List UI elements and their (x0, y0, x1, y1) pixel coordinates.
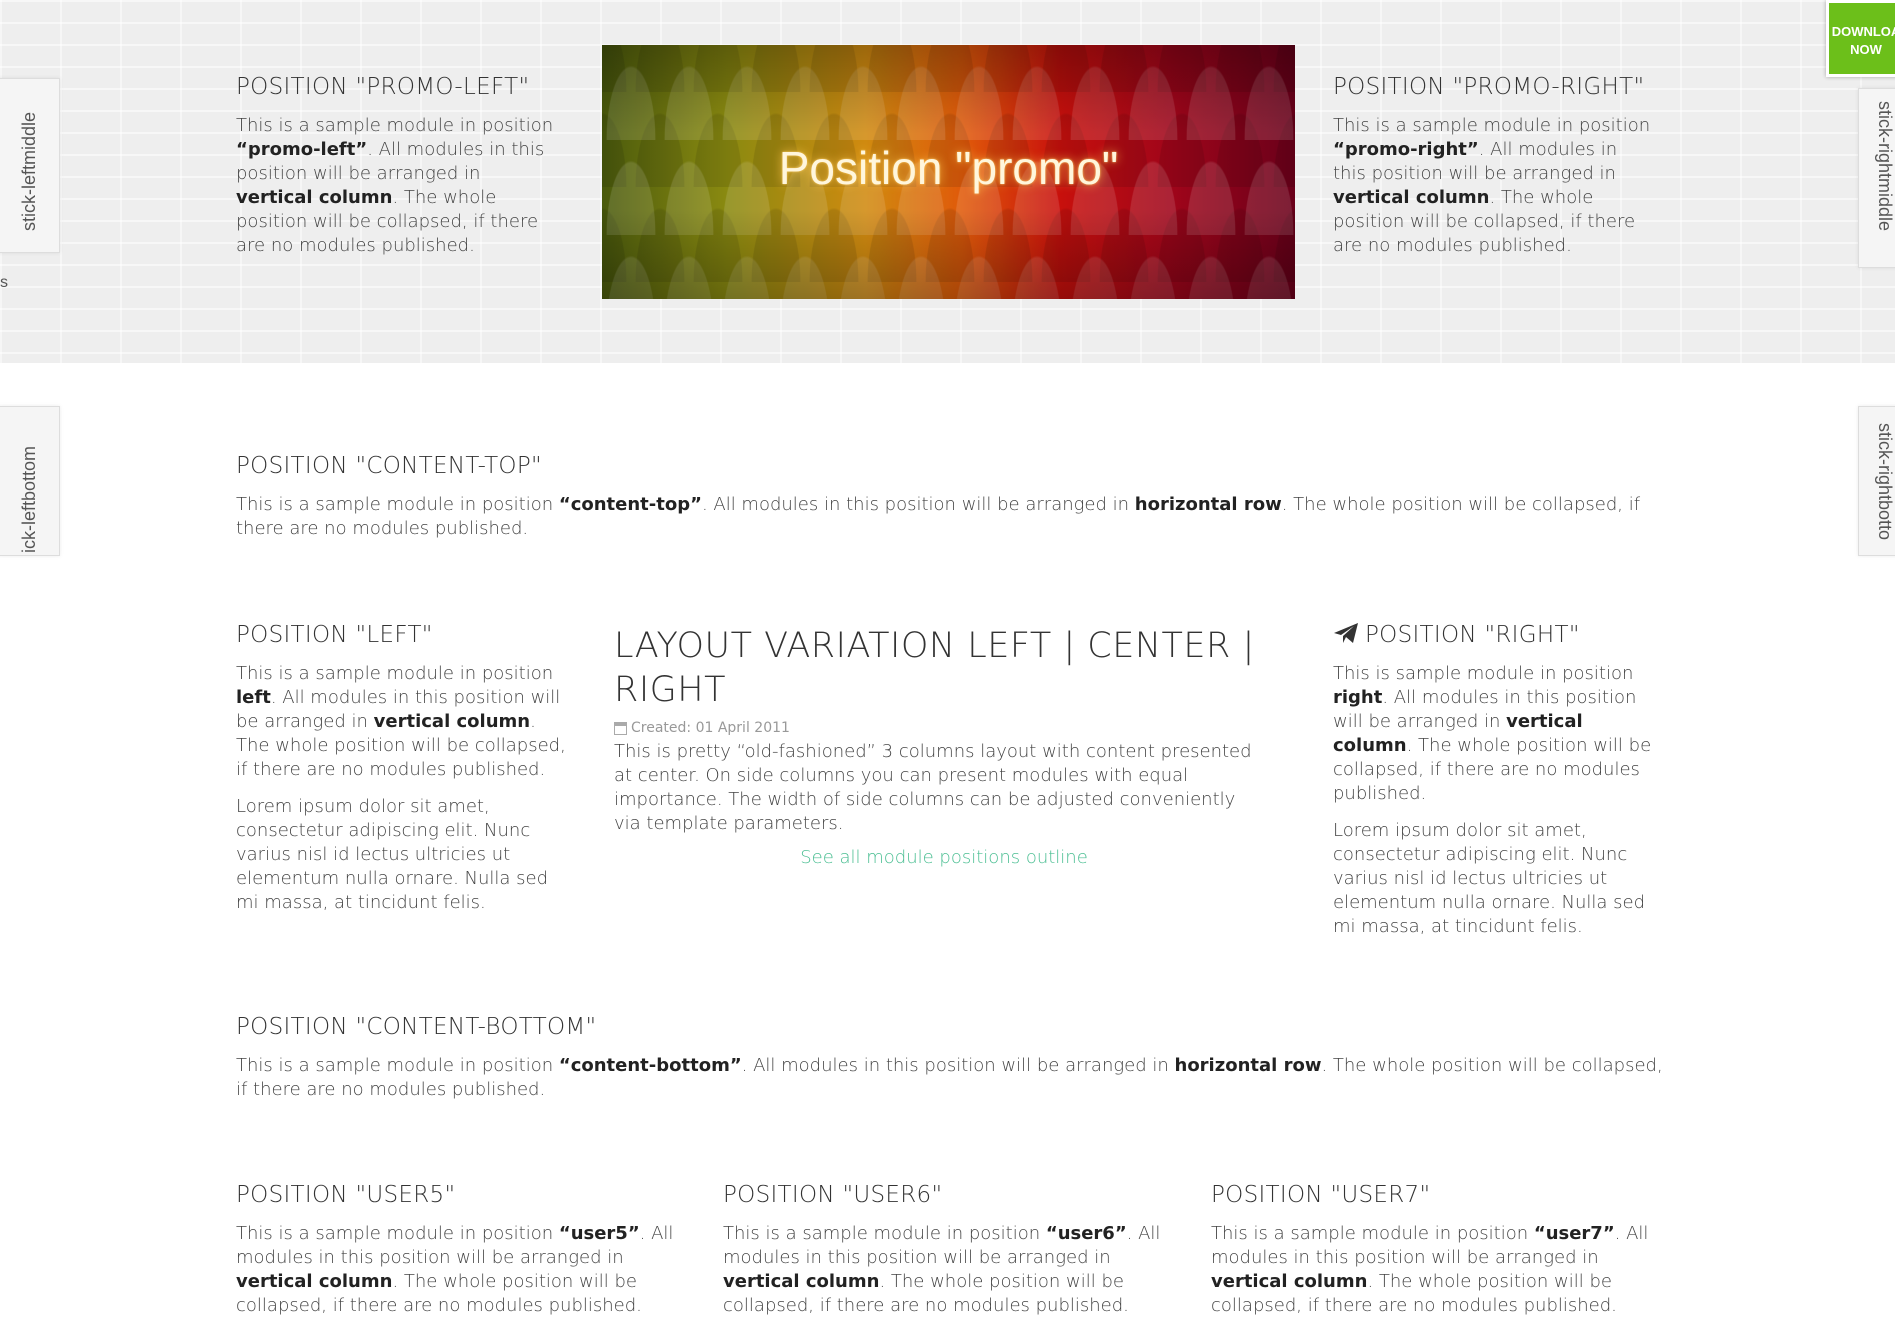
content-top-title: POSITION "CONTENT-TOP" (236, 453, 542, 479)
download-line2: NOW (1850, 42, 1882, 57)
left-text: This is a sample module in position left… (236, 663, 566, 780)
right-text: This is sample module in position right.… (1333, 663, 1652, 804)
stick-rightmiddle-tab[interactable]: stick-rightmiddle (1858, 88, 1895, 268)
left-module: POSITION "LEFT" This is a sample module … (236, 620, 566, 915)
user5-text: This is a sample module in position “use… (236, 1223, 674, 1316)
promo-left-title: POSITION "PROMO-LEFT" (236, 74, 530, 100)
created-date: Created: 01 April 2011 (631, 720, 790, 736)
user7-module: POSITION "USER7" This is a sample module… (1211, 1180, 1661, 1318)
left-title: POSITION "LEFT" (236, 622, 433, 648)
user6-text: This is a sample module in position “use… (723, 1223, 1161, 1316)
stick-rightmiddle-label: stick-rightmiddle (1875, 101, 1895, 232)
content-bottom-module: POSITION "CONTENT-BOTTOM" This is a samp… (236, 1012, 1666, 1102)
stick-rightbottom-tab[interactable]: stick-rightbotto (1858, 406, 1895, 556)
stick-leftbottom-label: ick-leftbottom (19, 445, 39, 553)
promo-left-text: This is a sample module in position “pro… (236, 115, 554, 256)
article-body: This is pretty “old-fashioned” 3 columns… (614, 741, 1252, 834)
user5-module: POSITION "USER5" This is a sample module… (236, 1180, 686, 1318)
promo-left-module: POSITION "PROMO-LEFT" This is a sample m… (236, 72, 556, 258)
content-top-text: This is a sample module in position “con… (236, 494, 1641, 539)
content-bottom-title: POSITION "CONTENT-BOTTOM" (236, 1014, 597, 1040)
user7-title: POSITION "USER7" (1211, 1182, 1431, 1208)
download-now-button[interactable]: DOWNLOA NOW (1826, 0, 1895, 77)
download-line1: DOWNLOA (1831, 24, 1895, 39)
promo-right-text: This is a sample module in position “pro… (1333, 115, 1651, 256)
content-bottom-text: This is a sample module in position “con… (236, 1055, 1663, 1100)
user5-title: POSITION "USER5" (236, 1182, 456, 1208)
stick-leftbottom-tab[interactable]: ick-leftbottom (0, 406, 60, 556)
promo-right-module: POSITION "PROMO-RIGHT" This is a sample … (1333, 72, 1653, 258)
content-top-module: POSITION "CONTENT-TOP" This is a sample … (236, 451, 1666, 541)
user6-module: POSITION "USER6" This is a sample module… (723, 1180, 1173, 1318)
promo-banner-image: Position "promo" (602, 45, 1295, 299)
stray-letter: s (0, 274, 8, 291)
right-module: POSITION "RIGHT" This is sample module i… (1333, 620, 1668, 939)
article-title: LAYOUT VARIATION LEFT | CENTER | RIGHT (614, 626, 1255, 710)
user7-text: This is a sample module in position “use… (1211, 1223, 1649, 1316)
user6-title: POSITION "USER6" (723, 1182, 943, 1208)
center-article: LAYOUT VARIATION LEFT | CENTER | RIGHT C… (614, 624, 1274, 868)
right-lorem: Lorem ipsum dolor sit amet, consectetur … (1333, 820, 1646, 937)
paper-plane-icon (1334, 623, 1358, 643)
right-title: POSITION "RIGHT" (1333, 620, 1668, 650)
stick-leftmiddle-label: stick-leftmiddle (19, 111, 39, 231)
stick-leftmiddle-tab[interactable]: stick-leftmiddle (0, 78, 60, 253)
promo-caption: Position "promo" (778, 142, 1119, 194)
calendar-icon (614, 721, 627, 735)
left-lorem: Lorem ipsum dolor sit amet, consectetur … (236, 796, 549, 913)
module-positions-link[interactable]: See all module positions outline (800, 847, 1088, 868)
stick-rightbottom-label: stick-rightbotto (1875, 423, 1895, 541)
article-meta: Created: 01 April 2011 (614, 718, 1274, 738)
promo-right-title: POSITION "PROMO-RIGHT" (1333, 74, 1645, 100)
